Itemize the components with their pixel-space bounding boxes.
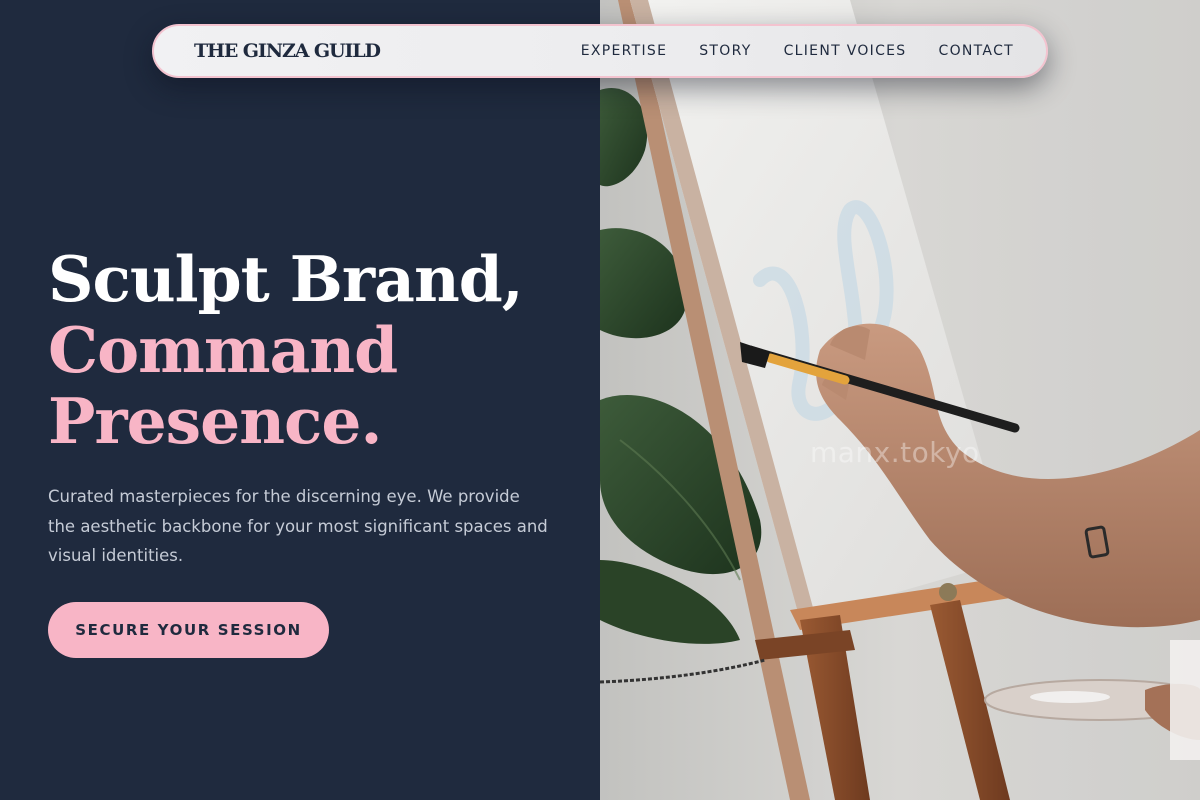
watermark-text: manx.tokyo xyxy=(810,436,980,469)
top-navbar: THE GINZA GUILD EXPERTISE STORY CLIENT V… xyxy=(152,24,1048,78)
nav-link-story[interactable]: STORY xyxy=(699,43,751,59)
nav-link-expertise[interactable]: EXPERTISE xyxy=(581,43,668,59)
brand-logo[interactable]: THE GINZA GUILD xyxy=(194,40,381,62)
secure-session-button[interactable]: SECURE YOUR SESSION xyxy=(48,602,329,658)
hero-description: Curated masterpieces for the discerning … xyxy=(48,487,548,565)
hero-title-line-2: Command xyxy=(48,313,398,387)
wing-nut xyxy=(939,583,957,601)
nav-link-client-voices[interactable]: CLIENT VOICES xyxy=(784,43,907,59)
hero-title-line-3: Presence. xyxy=(48,384,382,458)
hero-title-line-1: Sculpt Brand, xyxy=(48,242,524,316)
nav-links: EXPERTISE STORY CLIENT VOICES CONTACT xyxy=(581,43,1014,59)
nav-link-contact[interactable]: CONTACT xyxy=(939,43,1015,59)
painter-at-easel-illustration xyxy=(600,0,1200,800)
hero-title: Sculpt Brand, Command Presence. xyxy=(48,244,588,457)
hero-image: manx.tokyo xyxy=(600,0,1200,800)
